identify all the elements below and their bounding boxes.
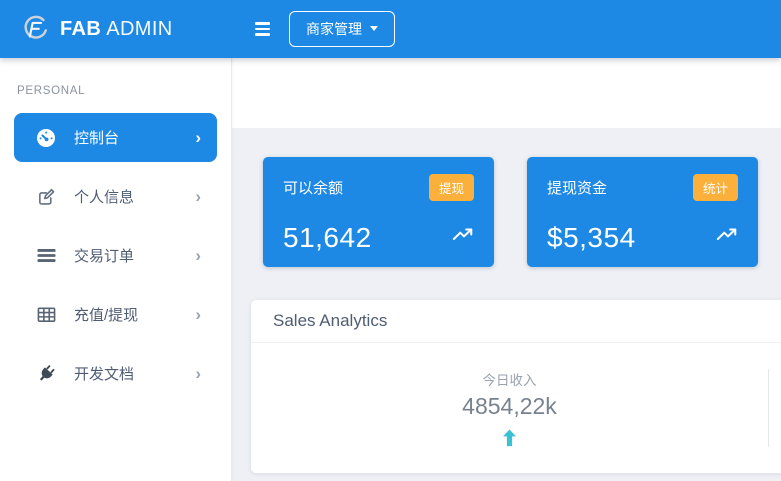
plug-icon xyxy=(35,364,57,383)
sidebar-item-label: 交易订单 xyxy=(74,245,195,266)
metric-value: 4854,22k xyxy=(462,393,557,420)
stats-badge[interactable]: 统计 xyxy=(693,174,738,201)
stat-cards-row: 可以余额 提现 51,642 提现资金 统计 xyxy=(232,128,781,267)
stat-card-title: 提现资金 xyxy=(547,177,607,198)
merchant-menu-button[interactable]: 商家管理 xyxy=(289,11,395,48)
sidebar-nav: 控制台 › 个人信息 › 交易订单 › xyxy=(0,113,231,398)
brand-logo[interactable]: FABADMIN xyxy=(0,0,232,58)
chevron-right-icon: › xyxy=(195,306,201,323)
sidebar-item-label: 个人信息 xyxy=(74,186,195,207)
stat-card-value: 51,642 xyxy=(283,224,372,252)
topbar: FABADMIN 商家管理 xyxy=(0,0,781,58)
table-icon xyxy=(35,305,57,324)
stat-card-withdraw-funds: 提现资金 统计 $5,354 xyxy=(527,157,758,267)
stat-card-title: 可以余额 xyxy=(283,177,343,198)
sidebar-item-label: 开发文档 xyxy=(74,363,195,384)
sales-analytics-card: Sales Analytics 今日收入 4854,22k xyxy=(251,300,781,473)
sidebar: PERSONAL 控制台 › xyxy=(0,58,232,481)
chevron-right-icon: › xyxy=(195,129,201,146)
sidebar-item-profile[interactable]: 个人信息 › xyxy=(14,172,217,221)
content-area: 可以余额 提现 51,642 提现资金 统计 xyxy=(232,128,781,481)
main-content: 可以余额 提现 51,642 提现资金 统计 xyxy=(232,58,781,481)
merchant-menu-label: 商家管理 xyxy=(306,21,362,38)
brand-logo-icon xyxy=(20,14,50,44)
sales-analytics-title: Sales Analytics xyxy=(273,311,387,331)
sidebar-item-label: 充值/提现 xyxy=(74,304,195,325)
caret-down-icon xyxy=(370,26,378,31)
sidebar-item-deposit-withdraw[interactable]: 充值/提现 › xyxy=(14,290,217,339)
stat-card-value: $5,354 xyxy=(547,224,636,252)
sidebar-item-dev-docs[interactable]: 开发文档 › xyxy=(14,349,217,398)
withdraw-badge[interactable]: 提现 xyxy=(429,174,474,201)
sidebar-item-dashboard[interactable]: 控制台 › xyxy=(14,113,217,162)
gauge-icon xyxy=(35,128,57,148)
sidebar-item-orders[interactable]: 交易订单 › xyxy=(14,231,217,280)
sales-analytics-header: Sales Analytics xyxy=(251,300,781,343)
sidebar-section-label: PERSONAL xyxy=(17,85,231,97)
brand-title: FABADMIN xyxy=(60,18,173,41)
metric-label: 今日收入 xyxy=(483,369,537,389)
trending-up-icon xyxy=(716,227,738,247)
metric-today-income: 今日收入 4854,22k xyxy=(251,369,768,447)
sales-analytics-body: 今日收入 4854,22k xyxy=(251,343,781,473)
edit-icon xyxy=(35,187,57,206)
page-header-band xyxy=(232,58,781,128)
sidebar-toggle-icon[interactable] xyxy=(253,18,272,40)
chevron-right-icon: › xyxy=(195,188,201,205)
metric-divider xyxy=(768,369,769,447)
chevron-right-icon: › xyxy=(195,365,201,382)
trending-up-icon xyxy=(452,227,474,247)
sidebar-item-label: 控制台 xyxy=(74,127,195,148)
list-icon xyxy=(35,246,57,265)
arrow-up-icon xyxy=(502,429,517,447)
stat-card-available-balance: 可以余额 提现 51,642 xyxy=(263,157,494,267)
chevron-right-icon: › xyxy=(195,247,201,264)
